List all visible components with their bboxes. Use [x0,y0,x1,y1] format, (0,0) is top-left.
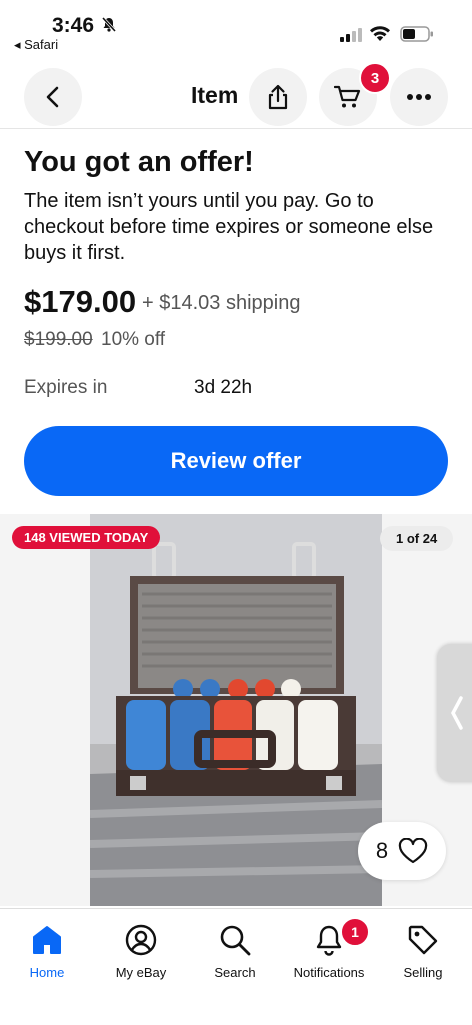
viewed-today-badge: 148 VIEWED TODAY [12,526,161,549]
more-options-button[interactable] [390,68,448,126]
home-icon [30,923,64,957]
item-photo[interactable] [90,514,382,906]
tab-label: Selling [403,965,443,980]
battery-icon [400,26,434,47]
heart-icon [398,838,428,864]
more-dots-icon [407,94,431,100]
profile-icon [124,923,158,957]
watch-count: 8 [375,838,389,863]
expires-label: Expires in [24,377,108,398]
page-title: Item [191,82,239,108]
share-button[interactable] [249,68,307,126]
discount-label: 10% off [101,329,166,350]
offer-heading: You got an offer! [24,146,254,178]
tab-label: Notifications [293,965,365,980]
tab-label: Home [29,965,65,980]
signal-icon [340,28,362,47]
tag-icon [406,923,440,957]
original-price: $199.00 [24,329,93,350]
top-nav-bar: Item 3 [0,62,472,129]
search-icon [218,923,252,957]
image-counter: 1 of 24 [380,526,454,551]
wifi-icon [369,24,391,47]
tab-home[interactable]: Home [0,909,94,999]
status-bar: 3:46 ◂ Safari [0,0,472,60]
cart-icon [334,85,361,108]
share-icon [268,84,288,110]
watch-button[interactable]: 8 [358,822,446,880]
tab-search[interactable]: Search [188,909,282,999]
notifications-badge: 1 [340,917,370,947]
cart-count-badge: 3 [359,62,391,94]
offer-description: The item isn’t yours until you pay. Go t… [24,190,434,264]
offer-price: $179.00 [24,284,137,319]
chevron-left-icon [451,696,463,730]
tab-my-ebay[interactable]: My eBay [94,909,188,999]
chevron-left-icon [46,86,59,108]
back-button[interactable] [24,68,82,126]
side-panel-handle[interactable] [437,644,472,782]
shipping-cost: + $14.03 shipping [142,292,301,314]
item-image-gallery[interactable]: 148 VIEWED TODAY 1 of 24 8 [0,514,472,906]
expires-value: 3d 22h [194,377,253,398]
review-offer-button[interactable]: Review offer [24,426,448,496]
back-to-safari[interactable]: ◂ Safari [14,37,58,53]
silent-bell-icon [101,16,117,38]
bottom-tab-bar: Home My eBay Search Notifications 1 Sell… [0,908,472,1025]
status-time: 3:46 [52,14,95,37]
tab-selling[interactable]: Selling [376,909,470,999]
tab-label: Search [214,965,256,980]
tab-label: My eBay [115,965,167,980]
